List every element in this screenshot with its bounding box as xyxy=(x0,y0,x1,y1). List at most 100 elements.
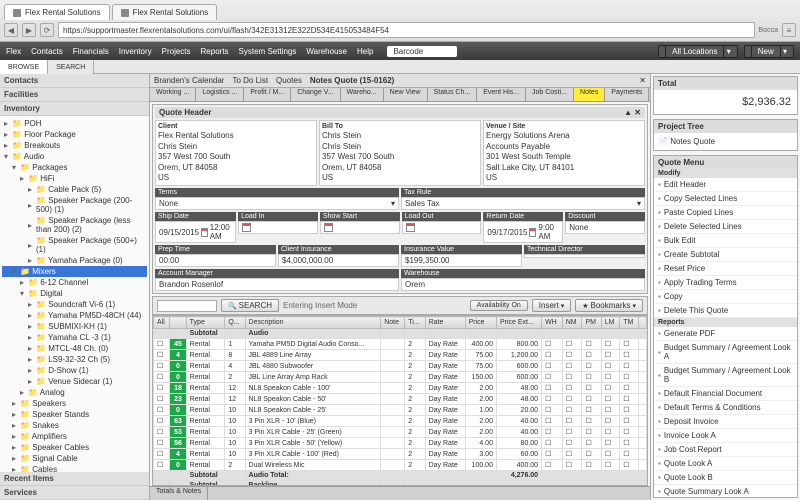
tree-item[interactable]: 📁 Yamaha CL -3 (1) xyxy=(2,332,147,343)
menu-item[interactable]: System Settings xyxy=(239,47,297,56)
menu-action[interactable]: Job Cost Report xyxy=(654,443,797,457)
tree-item[interactable]: 📁 Mixers xyxy=(2,266,147,277)
breadcrumb-item[interactable]: Quotes xyxy=(276,76,302,85)
sidebar-section-services[interactable]: Services xyxy=(0,486,149,500)
locations-select[interactable]: All Locations ▾ xyxy=(658,45,738,58)
menu-item[interactable]: Contacts xyxy=(31,47,63,56)
prep-input[interactable]: 00:00 xyxy=(155,254,276,267)
column-header[interactable]: LM xyxy=(601,317,619,329)
table-row[interactable]: ☐0Rental2Dual Wireless Mic2Day Rate100.0… xyxy=(154,460,647,471)
tree-item[interactable]: 📁 Floor Package xyxy=(2,129,147,140)
tree-item[interactable]: 📁 Speaker Package (less than 200) (2) xyxy=(2,215,147,235)
tree-item[interactable]: 📁 Venue Sidecar (1) xyxy=(2,376,147,387)
calendar-icon[interactable] xyxy=(201,228,208,237)
client-ins-input[interactable]: $4,000,000.00 xyxy=(278,254,399,267)
menu-action[interactable]: Reset Price xyxy=(654,262,797,276)
menu-item[interactable]: Warehouse xyxy=(306,47,347,56)
tree-item[interactable]: 📁 Speaker Cables xyxy=(2,442,147,453)
record-tab[interactable]: Wareho... xyxy=(341,88,384,101)
record-tab[interactable]: Profit / M... xyxy=(244,88,291,101)
back-icon[interactable]: ◀ xyxy=(4,23,18,37)
ship-date-input[interactable]: 09/15/201512:00 AM xyxy=(155,221,236,243)
return-date-input[interactable]: 09/17/20159:00 AM xyxy=(483,221,563,243)
record-tab[interactable]: Logistics ... xyxy=(196,88,244,101)
search-input[interactable] xyxy=(157,300,217,312)
warehouse-select[interactable]: Orem xyxy=(401,278,645,291)
bookmarks-button[interactable]: ★ Bookmarks ▾ xyxy=(575,299,643,312)
barcode-input[interactable]: Barcode xyxy=(387,46,457,57)
sidebar-section-facilities[interactable]: Facilities xyxy=(0,88,149,102)
tree-item[interactable]: 📁 D-Show (1) xyxy=(2,365,147,376)
sidebar-section-recent[interactable]: Recent Items xyxy=(0,472,149,486)
menu-action[interactable]: Delete This Quote xyxy=(654,304,797,318)
menu-item[interactable]: Help xyxy=(357,47,373,56)
tree-item[interactable]: 📁 Yamaha PM5D-48CH (44) xyxy=(2,310,147,321)
record-tab[interactable]: Job Costi... xyxy=(526,88,574,101)
tech-director-input[interactable] xyxy=(524,254,645,258)
tree-item[interactable]: 📁 Soundcraft Vi-6 (1) xyxy=(2,299,147,310)
tree-item[interactable]: 📁 Signal Cable xyxy=(2,453,147,464)
forward-icon[interactable]: ▶ xyxy=(22,23,36,37)
project-tree-item[interactable]: 📄 Notes Quote xyxy=(654,133,797,150)
record-tab[interactable]: Status Ch... xyxy=(428,88,478,101)
menu-action[interactable]: Apply Trading Terms xyxy=(654,276,797,290)
calendar-icon[interactable] xyxy=(529,228,536,237)
tree-item[interactable]: 📁 Speakers xyxy=(2,398,147,409)
column-header[interactable] xyxy=(170,317,186,329)
tree-item[interactable]: 📁 MTCL-48 Ch. (0) xyxy=(2,343,147,354)
table-row[interactable]: ☐56Rental103 Pin XLR Cable - 50' (Yellow… xyxy=(154,438,647,449)
menu-action[interactable]: Default Terms & Conditions xyxy=(654,401,797,415)
record-tab[interactable]: Payments xyxy=(605,88,649,101)
table-row[interactable]: ☐53Rental103 Pin XLR Cable - 25' (Green)… xyxy=(154,427,647,438)
tab-search[interactable]: SEARCH xyxy=(48,60,94,74)
account-mgr-input[interactable]: Brandon Rosenlof xyxy=(155,278,399,291)
breadcrumb-item[interactable]: Branden's Calendar xyxy=(154,76,224,85)
tree-item[interactable]: 📁 POH xyxy=(2,118,147,129)
menu-action[interactable]: Budget Summary / Agreement Look A xyxy=(654,341,797,364)
calendar-icon[interactable] xyxy=(242,223,251,232)
table-row[interactable]: ☐4Rental103 Pin XLR Cable - 100' (Red)2D… xyxy=(154,449,647,460)
line-grid[interactable]: AllTypeQ...DescriptionNoteTi...RatePrice… xyxy=(152,315,648,486)
tree-item[interactable]: 📁 Digital xyxy=(2,288,147,299)
tree-item[interactable]: 📁 Cables xyxy=(2,464,147,472)
column-header[interactable]: Rate xyxy=(425,317,465,329)
tree-item[interactable]: 📁 HiFi xyxy=(2,173,147,184)
record-tab[interactable]: New View xyxy=(384,88,428,101)
menu-item[interactable]: Reports xyxy=(201,47,229,56)
sidebar-section-contacts[interactable]: Contacts xyxy=(0,74,149,88)
terms-select[interactable]: None▾ xyxy=(155,197,399,210)
menu-action[interactable]: Quote Summary Look A xyxy=(654,485,797,498)
insert-button[interactable]: Insert ▾ xyxy=(532,299,571,312)
ins-value-input[interactable]: $199,350.00 xyxy=(401,254,522,267)
calendar-icon[interactable] xyxy=(406,223,415,232)
table-row[interactable]: ☐0Rental2JBL Line Array Amp Rack2Day Rat… xyxy=(154,372,647,383)
breadcrumb-item[interactable]: To Do List xyxy=(232,76,268,85)
tree-item[interactable]: 📁 Amplifiers xyxy=(2,431,147,442)
table-row[interactable]: ☐23Rental12NL8 Speakon Cable - 50'2Day R… xyxy=(154,394,647,405)
menu-action[interactable]: Budget Summary / Agreement Look B xyxy=(654,364,797,387)
column-header[interactable]: PM xyxy=(582,317,601,329)
column-header[interactable]: Description xyxy=(245,317,381,329)
tree-item[interactable]: 📁 Snakes xyxy=(2,420,147,431)
column-header[interactable]: NM xyxy=(562,317,582,329)
column-header[interactable]: Type xyxy=(186,317,225,329)
collapse-icon[interactable]: ▲ ✕ xyxy=(624,108,641,117)
table-row[interactable]: ☐0Rental4JBL 4880 Subwoofer2Day Rate75.0… xyxy=(154,361,647,372)
menu-icon[interactable]: ≡ xyxy=(782,23,796,37)
record-tab[interactable]: Event His... xyxy=(477,88,526,101)
column-header[interactable]: All xyxy=(154,317,170,329)
record-tab[interactable]: Change V... xyxy=(291,88,340,101)
table-row[interactable]: ☐63Rental103 Pin XLR - 10' (Blue)2Day Ra… xyxy=(154,416,647,427)
column-header[interactable]: WH xyxy=(542,317,563,329)
menu-action[interactable]: Bulk Edit xyxy=(654,234,797,248)
menu-action[interactable]: Create Subtotal xyxy=(654,248,797,262)
menu-item[interactable]: Flex xyxy=(6,47,21,56)
menu-action[interactable]: Invoice Look A xyxy=(654,429,797,443)
loadout-input[interactable] xyxy=(402,221,482,234)
column-header[interactable]: Price xyxy=(465,317,496,329)
showstart-input[interactable] xyxy=(320,221,400,234)
column-header[interactable]: Price Ext... xyxy=(496,317,541,329)
url-bar[interactable]: https://supportmaster.flexrentalsolution… xyxy=(58,22,755,38)
loadin-input[interactable] xyxy=(238,221,318,234)
table-row[interactable]: SubtotalAudio xyxy=(154,329,647,339)
